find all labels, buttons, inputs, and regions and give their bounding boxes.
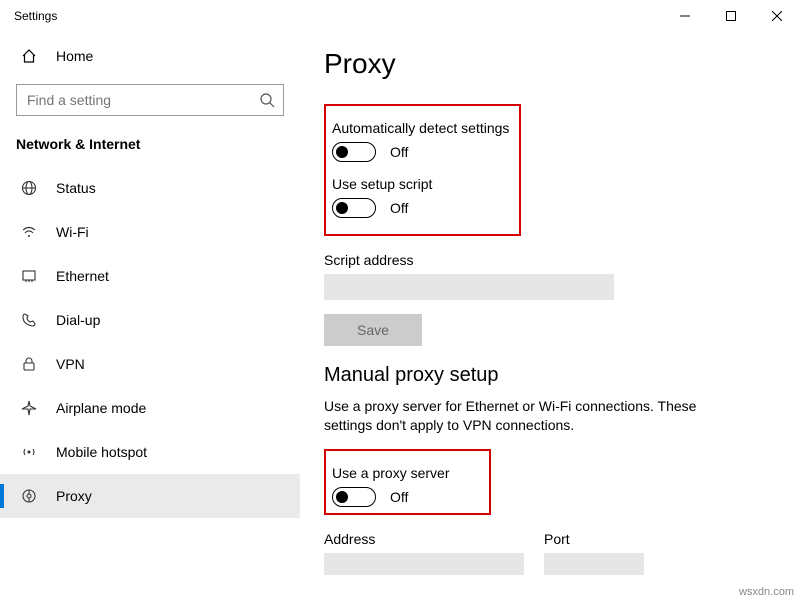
page-title: Proxy [324,48,776,80]
sidebar-nav: Status Wi-Fi Ethernet Dial-up VPN Airpla [0,166,300,518]
sidebar-item-label: Mobile hotspot [56,444,147,460]
window-controls [662,0,800,32]
sidebar-item-wifi[interactable]: Wi-Fi [0,210,300,254]
close-button[interactable] [754,0,800,32]
ethernet-icon [20,268,38,284]
use-script-label: Use setup script [332,176,509,192]
sidebar-item-label: Proxy [56,488,92,504]
sidebar-item-status[interactable]: Status [0,166,300,210]
use-proxy-state: Off [390,489,408,505]
save-button[interactable]: Save [324,314,422,346]
auto-detect-state: Off [390,144,408,160]
use-proxy-toggle[interactable] [332,487,376,507]
sidebar-item-vpn[interactable]: VPN [0,342,300,386]
sidebar-item-ethernet[interactable]: Ethernet [0,254,300,298]
sidebar-item-airplane[interactable]: Airplane mode [0,386,300,430]
sidebar-home[interactable]: Home [0,38,300,74]
address-input[interactable] [324,553,524,575]
sidebar-item-dialup[interactable]: Dial-up [0,298,300,342]
highlight-box-proxy: Use a proxy server Off [324,449,491,515]
script-address-input[interactable] [324,274,614,300]
sidebar-item-hotspot[interactable]: Mobile hotspot [0,430,300,474]
sidebar: Home Network & Internet Status Wi-Fi Eth… [0,32,300,602]
sidebar-item-label: Dial-up [56,312,100,328]
auto-detect-label: Automatically detect settings [332,120,509,136]
manual-heading: Manual proxy setup [324,364,776,387]
sidebar-item-label: Status [56,180,96,196]
sidebar-section: Network & Internet [0,130,300,166]
maximize-button[interactable] [708,0,754,32]
search-input[interactable] [25,91,259,109]
wifi-icon [20,224,38,240]
airplane-icon [20,400,38,416]
sidebar-item-proxy[interactable]: Proxy [0,474,300,518]
lock-icon [20,356,38,372]
use-script-toggle[interactable] [332,198,376,218]
sidebar-item-label: Ethernet [56,268,109,284]
script-address-label: Script address [324,252,776,268]
search-box[interactable] [16,84,284,116]
sidebar-item-label: VPN [56,356,85,372]
highlight-box-auto: Automatically detect settings Off Use se… [324,104,521,236]
manual-description: Use a proxy server for Ethernet or Wi-Fi… [324,397,744,435]
sidebar-home-label: Home [56,48,93,64]
phone-icon [20,312,38,328]
proxy-icon [20,488,38,504]
address-label: Address [324,531,524,547]
use-proxy-label: Use a proxy server [332,465,449,481]
auto-detect-toggle[interactable] [332,142,376,162]
globe-icon [20,180,38,196]
main-panel: Proxy Automatically detect settings Off … [300,32,800,602]
minimize-button[interactable] [662,0,708,32]
port-input[interactable] [544,553,644,575]
hotspot-icon [20,444,38,460]
search-icon [259,92,275,108]
use-script-state: Off [390,200,408,216]
sidebar-item-label: Wi-Fi [56,224,89,240]
home-icon [20,48,38,64]
port-label: Port [544,531,644,547]
watermark: wsxdn.com [739,586,794,598]
sidebar-item-label: Airplane mode [56,400,146,416]
window-title: Settings [14,9,57,23]
titlebar: Settings [0,0,800,32]
